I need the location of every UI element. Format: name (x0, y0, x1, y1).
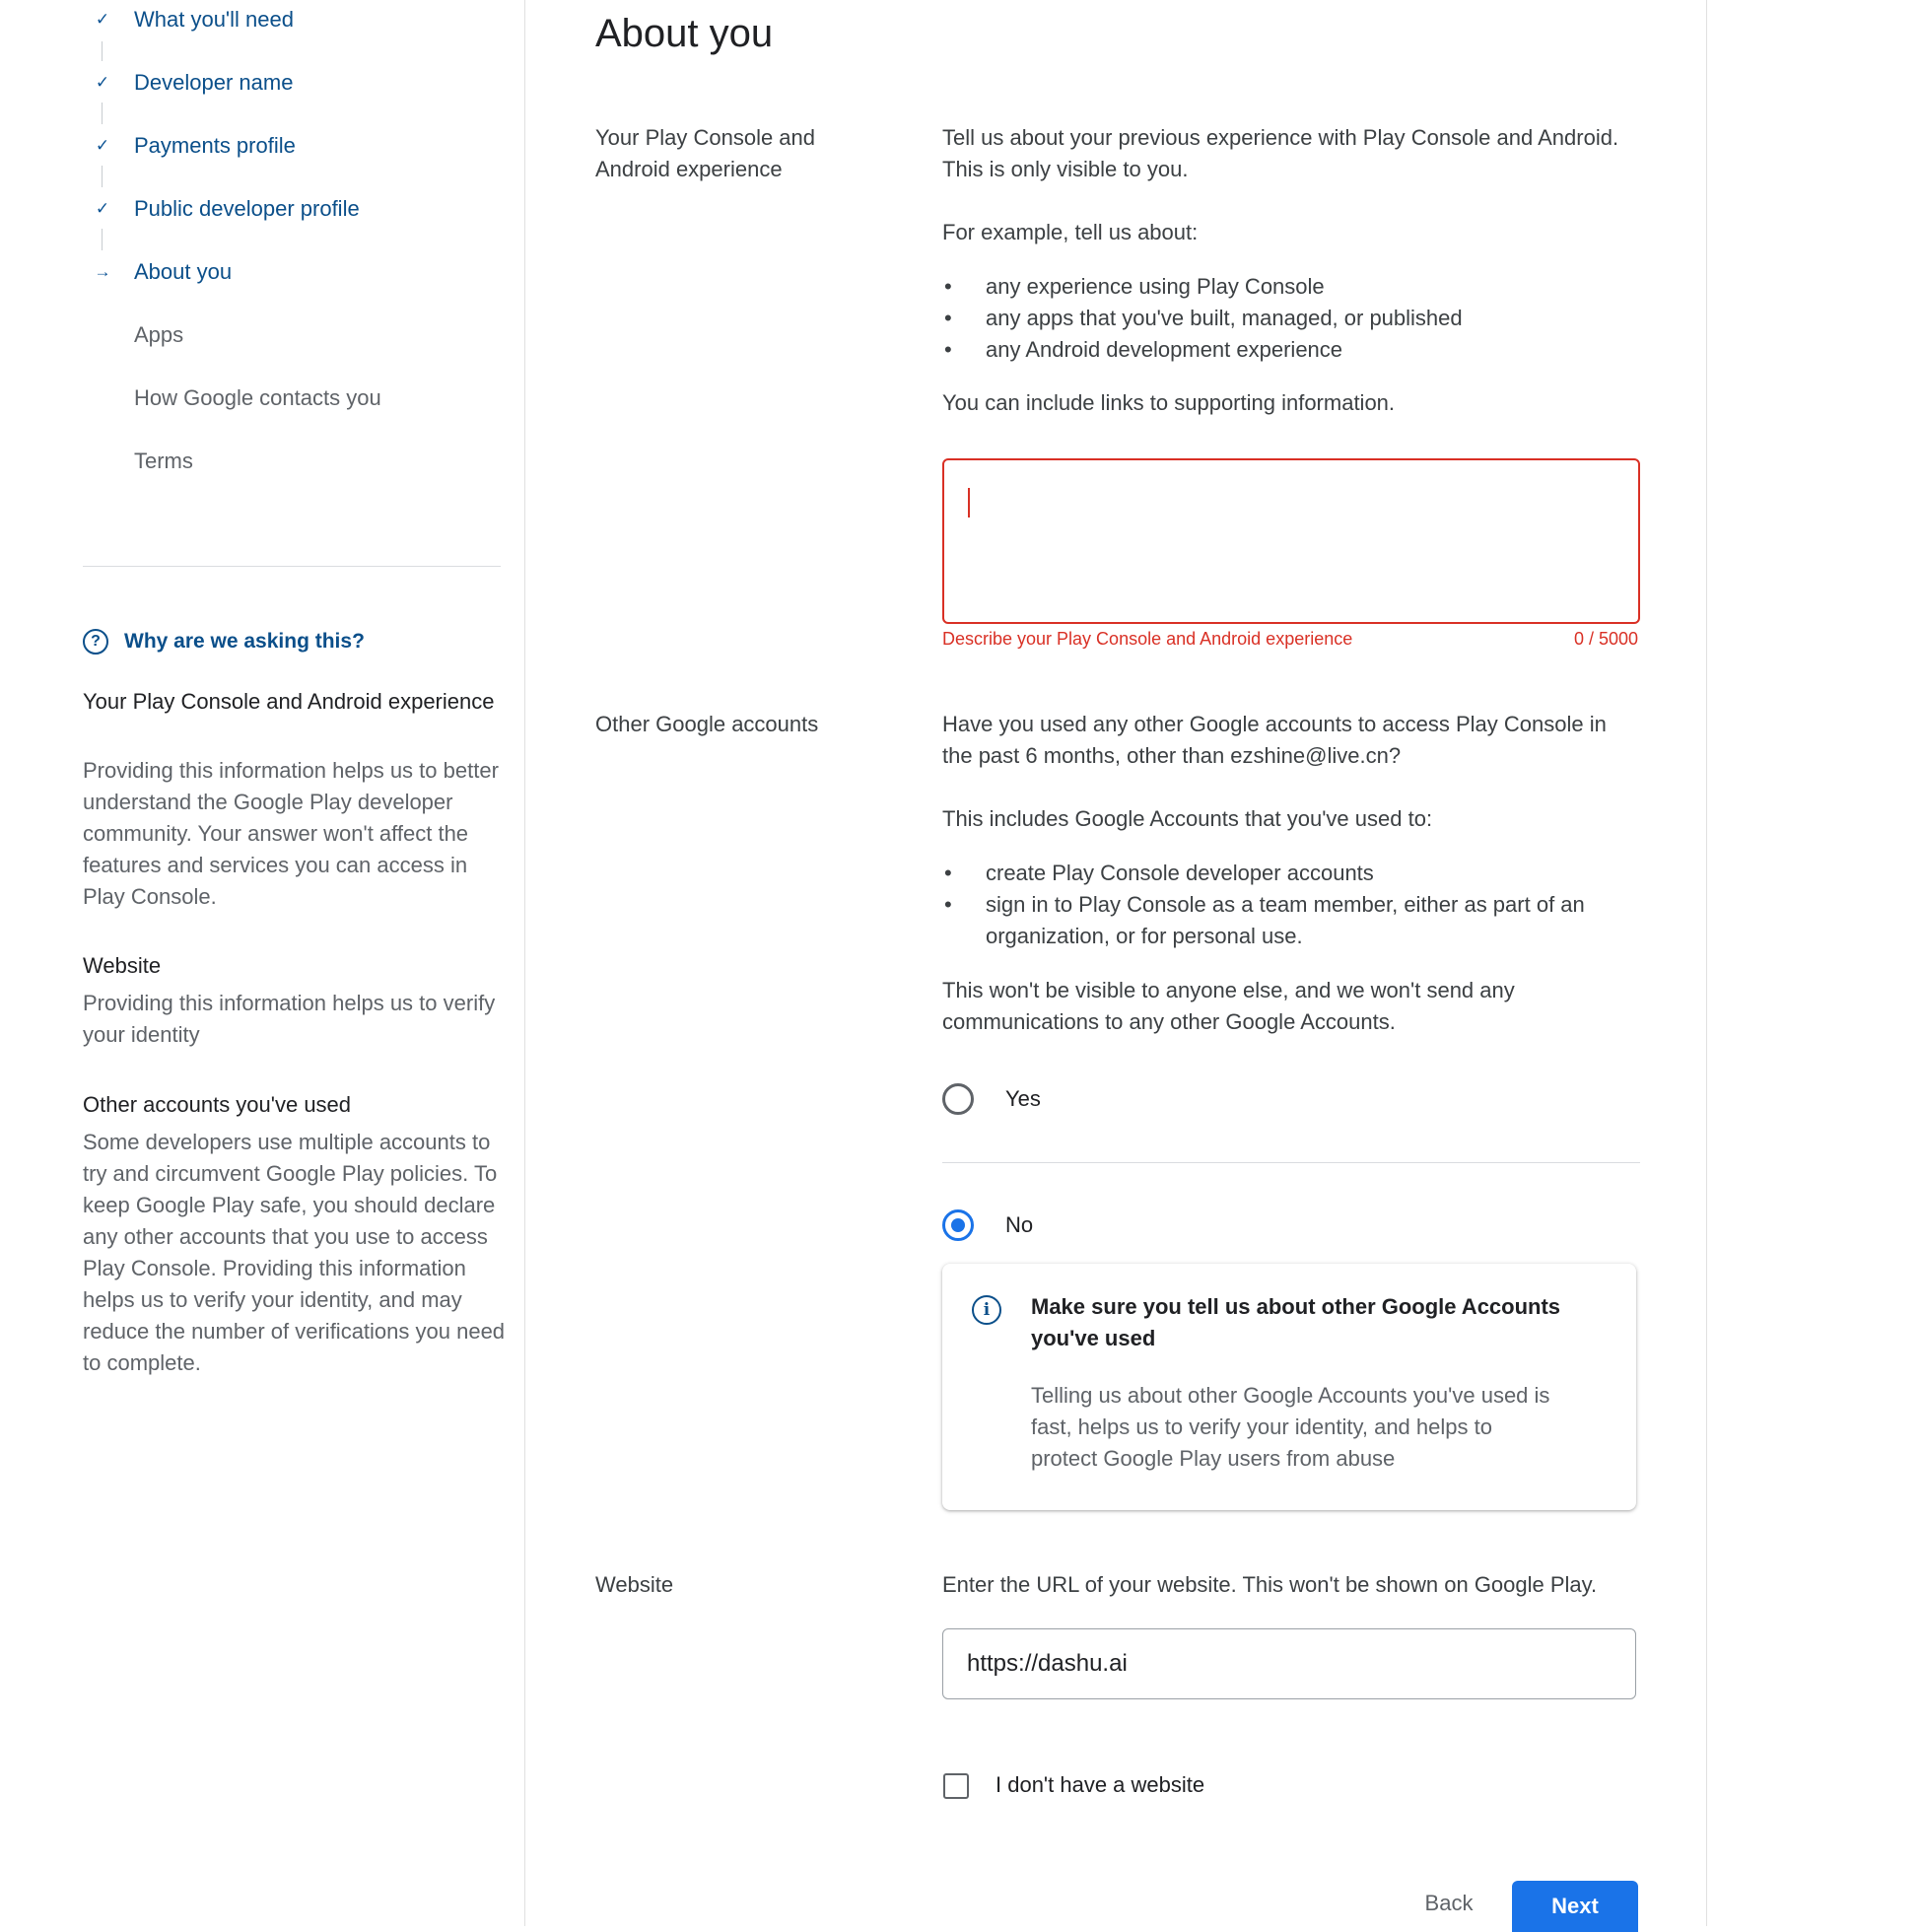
step-how-google-contacts-you: How Google contacts you (91, 379, 381, 418)
no-website-label[interactable]: I don't have a website (995, 1772, 1204, 1798)
list-item: any experience using Play Console (942, 271, 1642, 303)
experience-error-message: Describe your Play Console and Android e… (942, 629, 1353, 649)
step-payments-profile[interactable]: ✓ Payments profile (91, 126, 296, 166)
why-asking-header: ? Why are we asking this? (83, 629, 365, 655)
list-item: create Play Console developer accounts (942, 858, 1642, 889)
radio-divider (942, 1162, 1640, 1163)
step-connector (102, 41, 103, 61)
list-item: sign in to Play Console as a team member… (942, 889, 1642, 952)
step-terms: Terms (91, 442, 193, 481)
step-connector (102, 103, 103, 124)
info-card-body: Telling us about other Google Accounts y… (1031, 1383, 1550, 1471)
next-button[interactable]: Next (1512, 1881, 1638, 1932)
accounts-bullet-list: create Play Console developer accounts s… (942, 858, 1642, 952)
sidebar-border (524, 0, 525, 1926)
help-circle-icon: ? (83, 629, 108, 655)
experience-links-note: You can include links to supporting info… (942, 390, 1396, 415)
step-label: About you (134, 259, 233, 284)
accounts-question: Have you used any other Google accounts … (942, 712, 1607, 768)
sidebar-divider (83, 566, 501, 567)
list-item: any apps that you've built, managed, or … (942, 303, 1642, 334)
step-what-youll-need[interactable]: ✓ What you'll need (91, 0, 294, 39)
step-apps: Apps (91, 315, 183, 355)
help-text-experience: Providing this information helps us to b… (83, 758, 499, 909)
help-heading-other-accounts: Other accounts you've used (83, 1092, 352, 1117)
check-icon: ✓ (95, 73, 110, 92)
arrow-right-icon: → (94, 262, 111, 281)
page-title: About you (595, 12, 774, 55)
section-label-experience: Your Play Console and Android experience (595, 125, 816, 181)
step-label: Public developer profile (134, 196, 360, 221)
check-icon: ✓ (95, 136, 110, 155)
website-url-input[interactable] (942, 1628, 1636, 1699)
experience-bullet-list: any experience using Play Console any ap… (942, 271, 1642, 366)
list-item: any Android development experience (942, 334, 1642, 366)
experience-intro: Tell us about your previous experience w… (942, 125, 1619, 181)
why-asking-title: Why are we asking this? (124, 630, 365, 653)
radio-yes-label[interactable]: Yes (1005, 1086, 1041, 1112)
radio-no-label[interactable]: No (1005, 1212, 1033, 1238)
character-counter: 0 / 5000 (1573, 629, 1638, 649)
step-label: Developer name (134, 70, 294, 95)
check-icon: ✓ (95, 199, 110, 218)
step-label: Apps (134, 322, 184, 347)
help-text-other-accounts: Some developers use multiple accounts to… (83, 1130, 506, 1375)
radio-no[interactable] (942, 1209, 974, 1241)
step-developer-name[interactable]: ✓ Developer name (91, 63, 294, 103)
step-label: How Google contacts you (134, 385, 381, 410)
help-heading-website: Website (83, 953, 162, 978)
text-cursor (968, 488, 970, 518)
content-border (1706, 0, 1707, 1926)
help-text-website: Providing this information helps us to v… (83, 991, 496, 1047)
experience-example-lead: For example, tell us about: (942, 220, 1199, 244)
info-card: i Make sure you tell us about other Goog… (942, 1264, 1636, 1510)
accounts-includes-lead: This includes Google Accounts that you'v… (942, 806, 1433, 831)
website-instruction: Enter the URL of your website. This won'… (942, 1572, 1598, 1597)
step-label: What you'll need (134, 7, 294, 32)
accounts-privacy-note: This won't be visible to anyone else, an… (942, 978, 1515, 1034)
section-label-other-accounts: Other Google accounts (595, 712, 819, 736)
step-public-developer-profile[interactable]: ✓ Public developer profile (91, 189, 360, 229)
check-icon: ✓ (95, 10, 110, 29)
back-button[interactable]: Back (1400, 1881, 1498, 1926)
section-label-website: Website (595, 1572, 674, 1597)
no-website-checkbox[interactable] (943, 1773, 969, 1799)
radio-yes[interactable] (942, 1083, 974, 1115)
help-heading-experience: Your Play Console and Android experience (83, 689, 495, 714)
step-label: Payments profile (134, 133, 296, 158)
step-connector (102, 166, 103, 187)
step-connector (102, 229, 103, 250)
info-card-title: Make sure you tell us about other Google… (1031, 1294, 1561, 1350)
experience-textarea[interactable] (942, 458, 1640, 624)
step-label: Terms (134, 448, 193, 473)
info-icon: i (972, 1295, 1001, 1325)
step-about-you[interactable]: → About you (91, 252, 233, 292)
